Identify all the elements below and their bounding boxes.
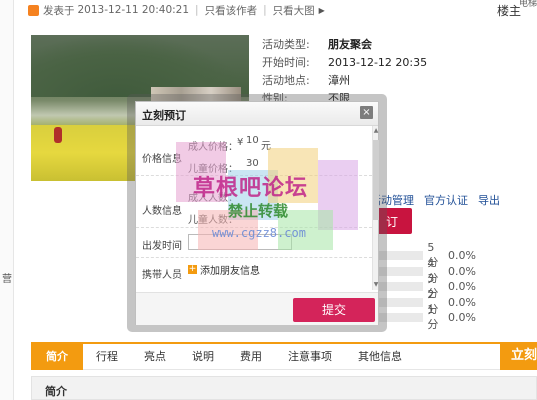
rating-pct: 0.0%	[448, 249, 476, 263]
submit-button[interactable]: 提交	[293, 298, 375, 322]
tab-highlights[interactable]: 亮点	[131, 344, 179, 370]
rating-row: 1分 0.0%	[376, 303, 476, 331]
close-icon[interactable]: ×	[360, 106, 373, 119]
rating-pct: 0.0%	[448, 264, 476, 278]
companion-row: 携带人员 + 添加朋友信息	[136, 258, 372, 288]
rating-row: 4分 0.0%	[376, 257, 476, 285]
modal-title: 立刻预订	[142, 109, 186, 122]
tab-book-now-button[interactable]: 立刻预订	[500, 342, 537, 370]
scroll-down-icon[interactable]: ▼	[373, 282, 379, 288]
adult-price-unit: 元	[261, 141, 271, 152]
add-friend-label: 添加朋友信息	[200, 266, 260, 277]
price-row: 价格信息 成人价格： ¥ 10 元 儿童价格： 30	[136, 126, 372, 176]
modal-body: 价格信息 成人价格： ¥ 10 元 儿童价格： 30 人数信息 成人人数： 儿童…	[136, 126, 374, 290]
rating-label: 1分	[427, 303, 439, 332]
info-row-type: 活动类型: 朋友聚会	[262, 36, 427, 54]
child-count-label: 儿童人数：	[188, 215, 238, 226]
tab-other-info[interactable]: 其他信息	[345, 344, 415, 370]
people-label: 人数信息	[142, 206, 182, 217]
companion-label: 携带人员	[142, 270, 182, 281]
rating-pct: 0.0%	[448, 280, 476, 294]
modal-scrollbar[interactable]: ▲ ▼	[372, 126, 379, 290]
photo-person	[54, 127, 62, 143]
detail-tabs: 简介 行程 亮点 说明 费用 注意事项 其他信息	[31, 342, 501, 370]
people-row: 人数信息 成人人数： 儿童人数：	[136, 176, 372, 228]
adult-price-currency: ¥	[237, 137, 244, 148]
info-key: 活动地点:	[262, 74, 310, 87]
info-row-start: 开始时间: 2013-12-12 20:35	[262, 54, 427, 72]
section-title: 简介	[45, 385, 67, 398]
post-header-bar: 发表于 2013-12-11 20:40:21 | 只看该作者 | 只看大图 ▶…	[28, 0, 537, 20]
price-label: 价格信息	[142, 154, 182, 165]
info-key: 开始时间:	[262, 56, 310, 69]
scroll-thumb[interactable]	[373, 140, 379, 220]
triangle-right-icon: ▶	[318, 5, 325, 15]
info-key: 活动类型:	[262, 38, 310, 51]
adult-price-label: 成人价格：	[188, 142, 238, 153]
ratings: 5分 0.0% 4分 0.0% 3分 0.0% 2分 0.0% 1分 0.0%	[376, 241, 476, 331]
only-author-link[interactable]: 只看该作者	[205, 3, 258, 18]
info-row-location: 活动地点: 漳州	[262, 72, 427, 90]
info-value: 漳州	[328, 74, 350, 87]
add-friend-button[interactable]: + 添加朋友信息	[188, 262, 260, 277]
tab-fees[interactable]: 费用	[227, 344, 275, 370]
rating-row: 3分 0.0%	[376, 272, 476, 300]
modal-header[interactable]: 立刻预订 ×	[136, 102, 378, 126]
date-label: 出发时间	[142, 241, 182, 252]
child-price-value: 30	[246, 158, 259, 169]
scroll-up-icon[interactable]: ▲	[373, 128, 379, 134]
info-value: 朋友聚会	[328, 38, 372, 51]
date-row: 出发时间	[136, 228, 372, 258]
rating-pct: 0.0%	[448, 295, 476, 309]
published-time: 2013-12-11 20:40:21	[77, 4, 190, 16]
rating-pct: 0.0%	[448, 311, 476, 325]
rating-row: 2分 0.0%	[376, 288, 476, 316]
tab-notes[interactable]: 说明	[179, 344, 227, 370]
tab-precautions[interactable]: 注意事项	[275, 344, 345, 370]
modal-footer: 提交	[136, 292, 378, 325]
child-price-label: 儿童价格：	[188, 164, 238, 175]
divider: |	[195, 4, 199, 16]
published-prefix: 发表于	[43, 4, 75, 17]
rating-row: 5分 0.0%	[376, 241, 476, 269]
owner-label: 楼主	[496, 4, 521, 18]
post-icon	[28, 4, 39, 16]
left-rail-mark: 营	[2, 274, 12, 285]
tab-itinerary[interactable]: 行程	[83, 344, 131, 370]
export-link[interactable]: 导出	[478, 192, 500, 208]
plus-icon: +	[188, 264, 197, 274]
tab-intro[interactable]: 简介	[31, 343, 83, 370]
booking-actions: 活动管理 官方认证 导出	[370, 192, 510, 208]
adult-count-label: 成人人数：	[188, 193, 238, 204]
booking-modal: 立刻预订 × 价格信息 成人价格： ¥ 10 元 儿童价格： 30 人数信息 成…	[135, 101, 379, 325]
adult-price-value: 10	[246, 135, 259, 146]
left-rail: 营	[0, 0, 14, 400]
divider: |	[263, 4, 267, 16]
intro-section-header: 简介	[31, 376, 537, 400]
view-large-link[interactable]: 只看大图	[273, 3, 315, 18]
official-cert-link[interactable]: 官方认证	[424, 192, 468, 208]
elevator-label[interactable]: 电梯	[519, 0, 537, 9]
departure-date-input[interactable]	[188, 234, 292, 250]
info-value: 2013-12-12 20:35	[328, 56, 428, 69]
